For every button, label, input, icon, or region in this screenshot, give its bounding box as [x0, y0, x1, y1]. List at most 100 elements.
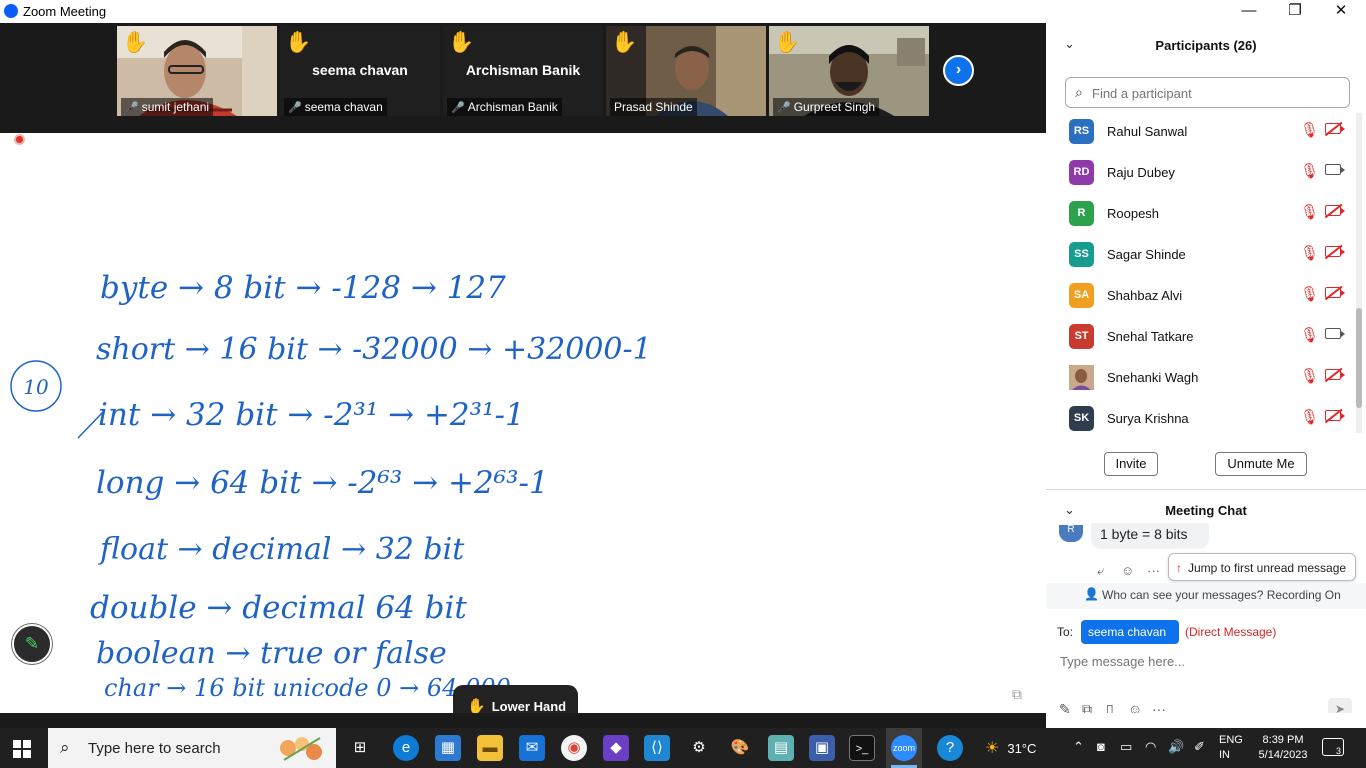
vscode-icon[interactable]: ⟨⟩: [644, 735, 670, 761]
mail-icon[interactable]: ✉: [519, 735, 545, 761]
weather-icon: ☀: [985, 740, 1000, 757]
zoom-app-icon[interactable]: zoom: [891, 735, 917, 761]
video-tile[interactable]: ✋ seema chavan 🎤 seema chavan: [280, 26, 440, 116]
avatar: SS: [1069, 242, 1094, 267]
remote-desktop-icon[interactable]: ▣: [809, 735, 835, 761]
invite-button[interactable]: Invite: [1104, 452, 1158, 476]
tile-name-label: 🎤 Gurpreet Singh: [773, 98, 880, 116]
help-icon[interactable]: ?: [937, 735, 963, 761]
video-tile[interactable]: ✋ Archisman Banik 🎤 Archisman Banik: [443, 26, 603, 116]
video-tile[interactable]: ✋ 🎤 Gurpreet Singh: [769, 26, 929, 116]
mic-muted-icon[interactable]: 🎙︎: [1300, 285, 1319, 303]
mic-muted-icon[interactable]: 🎙︎: [1300, 326, 1319, 344]
mic-muted-icon[interactable]: 🎙︎: [1300, 367, 1319, 385]
notes-icon[interactable]: ▤: [768, 735, 794, 761]
pencil-icon[interactable]: ✎: [12, 624, 52, 664]
notification-icon[interactable]: 3: [1322, 738, 1344, 756]
participant-row[interactable]: R Roopesh 🎙︎: [1046, 194, 1358, 235]
participant-row[interactable]: SK Surya Krishna 🎙︎: [1046, 399, 1358, 440]
participant-name: Surya Krishna: [1107, 411, 1189, 426]
video-off-icon[interactable]: [1325, 410, 1345, 421]
participant-row[interactable]: Snehanki Wagh 🎙︎: [1046, 358, 1358, 399]
clock[interactable]: 8:39 PM 5/14/2023: [1252, 733, 1314, 763]
participant-search[interactable]: ⌕: [1065, 77, 1350, 108]
mic-muted-icon[interactable]: 🎙︎: [1300, 162, 1319, 180]
search-highlight-image: [280, 737, 322, 761]
whiteboard-line: int → 32 bit → -2³¹ → +2³¹-1: [98, 397, 525, 433]
paint-icon[interactable]: 🎨: [727, 735, 753, 761]
panel-footer: [1046, 713, 1366, 728]
scrollbar-thumb[interactable]: [1356, 308, 1362, 408]
tile-name-label: 🎤 seema chavan: [284, 98, 387, 116]
recording-indicator-icon: [14, 134, 25, 145]
next-page-button[interactable]: ›: [943, 55, 974, 86]
edge-browser-icon[interactable]: e: [393, 735, 419, 761]
taskbar-search[interactable]: ⌕ Type here to search: [48, 728, 336, 768]
participant-scrollbar[interactable]: [1356, 113, 1362, 433]
participant-row[interactable]: ST Snehal Tatkare 🎙︎: [1046, 317, 1358, 358]
video-tile[interactable]: ✋ Prasad Shinde: [606, 26, 766, 116]
terminal-icon[interactable]: >_: [849, 735, 875, 761]
camera-tray-icon[interactable]: ◙: [1097, 739, 1105, 754]
search-input[interactable]: [1092, 83, 1342, 103]
emoji-react-icon[interactable]: ☺: [1121, 563, 1134, 578]
participant-row[interactable]: RS Rahul Sanwal 🎙︎: [1046, 112, 1358, 153]
windows-start-icon[interactable]: [13, 740, 31, 758]
maximize-button[interactable]: ❐: [1272, 0, 1318, 23]
chat-message: 1 byte = 8 bits: [1091, 523, 1209, 549]
pen-tray-icon[interactable]: ✐: [1194, 739, 1205, 755]
participant-row[interactable]: SA Shahbaz Alvi 🎙︎: [1046, 276, 1358, 317]
chat-message-input[interactable]: [1060, 650, 1350, 672]
minimize-button[interactable]: —: [1226, 0, 1272, 23]
participant-row[interactable]: SS Sagar Shinde 🎙︎: [1046, 235, 1358, 276]
avatar: RD: [1069, 160, 1094, 185]
recipient-dropdown[interactable]: seema chavan ⌄: [1081, 620, 1179, 653]
app-icon[interactable]: ◆: [603, 735, 629, 761]
expand-icon[interactable]: ⧉: [1012, 686, 1022, 703]
close-button[interactable]: ✕: [1318, 0, 1364, 23]
language-indicator[interactable]: ENG IN: [1219, 733, 1243, 763]
mic-muted-icon[interactable]: 🎙︎: [1300, 408, 1319, 426]
unmute-me-button[interactable]: Unmute Me: [1215, 452, 1307, 476]
jump-to-unread-button[interactable]: ↑ Jump to first unread message: [1168, 553, 1356, 581]
weather-widget[interactable]: ☀ 31°C: [985, 738, 1036, 758]
who-can-see-link[interactable]: 👤 Who can see your messages? Recording On: [1046, 583, 1366, 609]
reply-icon[interactable]: ⤶: [1097, 563, 1104, 579]
video-on-icon[interactable]: [1325, 164, 1345, 175]
raised-hand-icon: ✋: [448, 31, 475, 54]
video-off-icon[interactable]: [1325, 246, 1345, 257]
participants-title: Participants (26): [1155, 38, 1257, 53]
chrome-icon[interactable]: ◉: [561, 735, 587, 761]
video-off-icon[interactable]: [1325, 369, 1345, 380]
wifi-icon[interactable]: ◠: [1145, 739, 1156, 755]
tile-name-label: 🎤 sumit jethani: [121, 98, 214, 116]
participant-row[interactable]: RD Raju Dubey 🎙︎: [1046, 153, 1358, 194]
avatar: SK: [1069, 406, 1094, 431]
store-icon[interactable]: ▦: [435, 735, 461, 761]
more-options-icon[interactable]: ···: [1147, 563, 1160, 578]
mic-muted-icon: 🎤: [125, 102, 139, 114]
avatar: SA: [1069, 283, 1094, 308]
battery-icon[interactable]: ▭: [1120, 739, 1132, 755]
settings-gear-icon[interactable]: ⚙: [686, 735, 712, 761]
person-icon: 👤: [1084, 587, 1099, 601]
chat-header: ⌄ Meeting Chat: [1046, 493, 1366, 523]
search-icon: ⌕: [60, 738, 70, 757]
participant-name: Snehal Tatkare: [1107, 329, 1194, 344]
mic-muted-icon[interactable]: 🎙︎: [1300, 121, 1319, 139]
video-off-icon[interactable]: [1325, 287, 1345, 298]
chevron-up-icon[interactable]: ⌃: [1073, 739, 1084, 755]
mic-muted-icon[interactable]: 🎙︎: [1300, 203, 1319, 221]
video-off-icon[interactable]: [1325, 205, 1345, 216]
whiteboard-line: byte → 8 bit → -128 → 127: [100, 270, 506, 306]
volume-icon[interactable]: 🔊: [1168, 739, 1184, 755]
task-view-icon[interactable]: ⊞: [347, 735, 373, 761]
participant-list: RS Rahul Sanwal 🎙︎ RD Raju Dubey 🎙︎ R Ro…: [1046, 112, 1358, 440]
taskbar: ⌕ Type here to search ⊞ e ▦ ▬ ✉ ◉ ◆ ⟨⟩ ⚙…: [0, 728, 1366, 768]
video-strip: ✋ 🎤 sumit jethani ✋ seema chavan 🎤 seema c…: [0, 23, 1046, 133]
video-off-icon[interactable]: [1325, 123, 1345, 134]
mic-muted-icon[interactable]: 🎙︎: [1300, 244, 1319, 262]
video-tile[interactable]: ✋ 🎤 sumit jethani: [117, 26, 277, 116]
video-on-icon[interactable]: [1325, 328, 1345, 339]
file-explorer-icon[interactable]: ▬: [477, 735, 503, 761]
